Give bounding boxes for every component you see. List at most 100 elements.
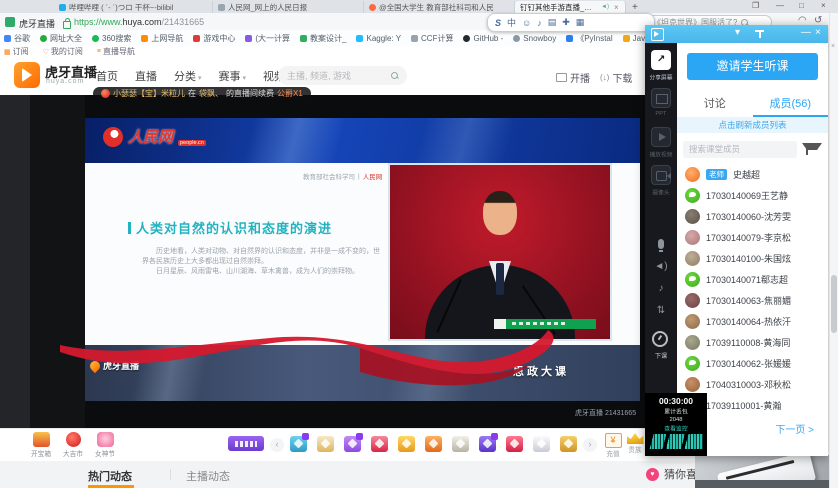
member-row[interactable]: 17039110008-黄海同 [677, 332, 828, 353]
tab-discussion[interactable]: 讨论 [677, 93, 753, 115]
member-row[interactable]: 17030140060-沈芳雯 [677, 206, 828, 227]
subnav-my-subscribe[interactable]: ♡我的订阅 [43, 46, 83, 57]
video-player[interactable]: 人民网 people.cn 教育部社会科学司 | 人民网 人类对自然的认识和态度… [0, 95, 648, 428]
gift-rose-icon[interactable] [371, 436, 388, 452]
gift-sword-icon[interactable] [290, 436, 307, 452]
panel-close-icon[interactable]: × [815, 27, 821, 38]
tab-audio-icon[interactable]: ◄) [601, 4, 609, 10]
tab-bilibili[interactable]: 哔哩哔哩 ( ´- ´)つロ 干杯~-bilibil [54, 1, 213, 13]
member-row[interactable]: 17030140062-张媛媛 [677, 353, 828, 374]
member-row[interactable]: 17030140100-朱国炫 [677, 248, 828, 269]
tab-peoplesdaily[interactable]: 人民网_网上的人民日报 [213, 1, 364, 13]
pin-icon[interactable] [755, 30, 764, 32]
subnav-live-nav[interactable]: ≡直播导航 [97, 46, 135, 57]
window-panel-button[interactable]: ❐ [752, 1, 759, 10]
gift-trophy-icon[interactable] [398, 436, 415, 452]
member-row[interactable]: 17030140063-焦丽媚 [677, 290, 828, 311]
bookmark-item[interactable]: 360搜索 [92, 33, 131, 44]
end-class-clock-icon[interactable] [652, 331, 668, 347]
ime-smiley-icon[interactable]: ☺ [522, 18, 531, 28]
microphone-icon[interactable] [658, 239, 664, 249]
browser-scrollbar[interactable]: × [829, 13, 838, 488]
end-class-button[interactable]: 下课 [647, 352, 675, 361]
promo-treasure-box[interactable]: 开宝箱 [26, 432, 56, 459]
tab-close-icon[interactable]: × [614, 3, 619, 12]
bookmark-item[interactable]: 谷歌 [4, 33, 30, 44]
ime-keyboard-icon[interactable]: ▤ [548, 17, 557, 28]
ime-mic-icon[interactable]: ♪ [537, 18, 542, 28]
bookmark-item[interactable]: CCF计算 [411, 33, 453, 44]
gift-scroll-right-icon[interactable]: › [583, 438, 597, 452]
nav-live[interactable]: 直播 [135, 68, 157, 84]
member-row[interactable]: 17030140064-热依汗 [677, 311, 828, 332]
gift-chest-icon[interactable] [560, 436, 577, 452]
window-close-button[interactable]: × [821, 1, 826, 10]
promo-lucky-market[interactable]: 大吉市 [58, 432, 88, 459]
privilege-badge-icon[interactable] [228, 436, 264, 451]
panel-titlebar[interactable]: ▾ — × [645, 25, 828, 43]
nav-match[interactable]: 赛事▾ [219, 68, 247, 84]
nav-home[interactable]: 首页 [96, 68, 118, 84]
bookmark-item[interactable]: (大一计算 [245, 33, 290, 44]
close-icon[interactable]: × [831, 43, 835, 50]
ad-image[interactable] [695, 455, 838, 488]
play-video-button[interactable] [651, 127, 671, 147]
gift-camera-icon[interactable] [452, 436, 469, 452]
ime-skin-icon[interactable]: ▦ [576, 17, 585, 28]
new-tab-button[interactable]: + [632, 2, 638, 13]
network-stats-box[interactable]: 00:30:00 累计丢包 2048 查看监控 [645, 393, 707, 456]
member-row[interactable]: 17030140071郗志超 [677, 269, 828, 290]
window-maximize-button[interactable]: □ [799, 1, 804, 10]
member-row[interactable]: 17030140069王艺静 [677, 185, 828, 206]
invite-students-button[interactable]: 邀请学生听课 [687, 53, 818, 80]
bookmark-item[interactable]: GitHub - [463, 34, 503, 43]
ime-toolbox-icon[interactable]: ✚ [562, 17, 570, 28]
member-search-input[interactable]: 搜索课堂成员 [683, 141, 797, 158]
tab-hot-feed[interactable]: 热门动态 [88, 468, 132, 484]
member-row[interactable]: 17040310003-邓秋松 [677, 374, 828, 395]
download-button[interactable]: (↓)下载 [600, 70, 632, 85]
bookmark-item[interactable]: Kaggle: Y [356, 34, 401, 43]
view-monitor-link[interactable]: 查看监控 [648, 424, 704, 433]
tab-members[interactable]: 成员(56) [753, 93, 829, 115]
filter-icon[interactable] [802, 143, 822, 157]
promo-goddess-day[interactable]: 女神节 [90, 432, 120, 459]
bookmark-item[interactable]: 网址大全 [40, 33, 82, 44]
gift-capsule-icon[interactable] [533, 436, 550, 452]
huya-logo-icon[interactable] [14, 62, 40, 88]
refresh-member-list[interactable]: 点击刷新成员列表 [677, 117, 828, 133]
collapse-icon[interactable]: ▾ [735, 27, 740, 38]
share-screen-button[interactable]: ↗ [651, 50, 671, 70]
broadcast-button[interactable]: 开播 [556, 70, 590, 85]
scrollbar-thumb[interactable] [831, 275, 837, 333]
bookmark-item[interactable]: 教案设计_ [300, 33, 346, 44]
camera-button[interactable] [651, 165, 671, 185]
bookmark-item[interactable]: 《PyInstal [566, 33, 612, 44]
nav-category[interactable]: 分类▾ [174, 68, 202, 84]
member-row[interactable]: 老师史越超 [677, 164, 828, 185]
ime-lang-toggle[interactable]: 中 [507, 16, 516, 29]
gift-spinner-icon[interactable] [425, 436, 442, 452]
member-row[interactable]: 17030140079-李京松 [677, 227, 828, 248]
window-minimize-button[interactable]: — [776, 1, 784, 10]
music-icon[interactable]: ♪ [645, 283, 677, 294]
bookmark-item[interactable]: 游戏中心 [193, 33, 235, 44]
bookmark-item[interactable]: 上网导航 [141, 33, 183, 44]
gift-magic-book-icon[interactable] [479, 436, 496, 452]
panel-minimize-icon[interactable]: — [801, 27, 811, 38]
ppt-button[interactable] [651, 88, 671, 108]
gift-scroll-left-icon[interactable]: ‹ [270, 438, 284, 452]
search-icon[interactable] [391, 72, 398, 79]
gift-heart-icon[interactable] [506, 436, 523, 452]
subnav-subscribe[interactable]: ▦订阅 [4, 46, 29, 57]
tab-students[interactable]: @全国大学生 教育部社科司和人民 [364, 1, 515, 13]
gift-coin-bag-icon[interactable] [317, 436, 334, 452]
tab-huya-active[interactable]: 钉钉其他手游直播_钉钉视频直播 ◄) × [515, 1, 626, 13]
url-text[interactable]: https://www.huya.com/21431665 [74, 17, 204, 27]
switch-icon[interactable]: ⇅ [645, 305, 677, 316]
bookmark-item[interactable]: Snowboy [513, 34, 556, 43]
huya-search-input[interactable]: 主播, 频道, 游戏 [278, 66, 407, 85]
ime-toolbar[interactable]: S 中 ☺ ♪ ▤ ✚ ▦ [487, 13, 655, 32]
speaker-volume-icon[interactable]: ◄) [645, 261, 677, 272]
gift-light-stick-icon[interactable] [344, 436, 361, 452]
